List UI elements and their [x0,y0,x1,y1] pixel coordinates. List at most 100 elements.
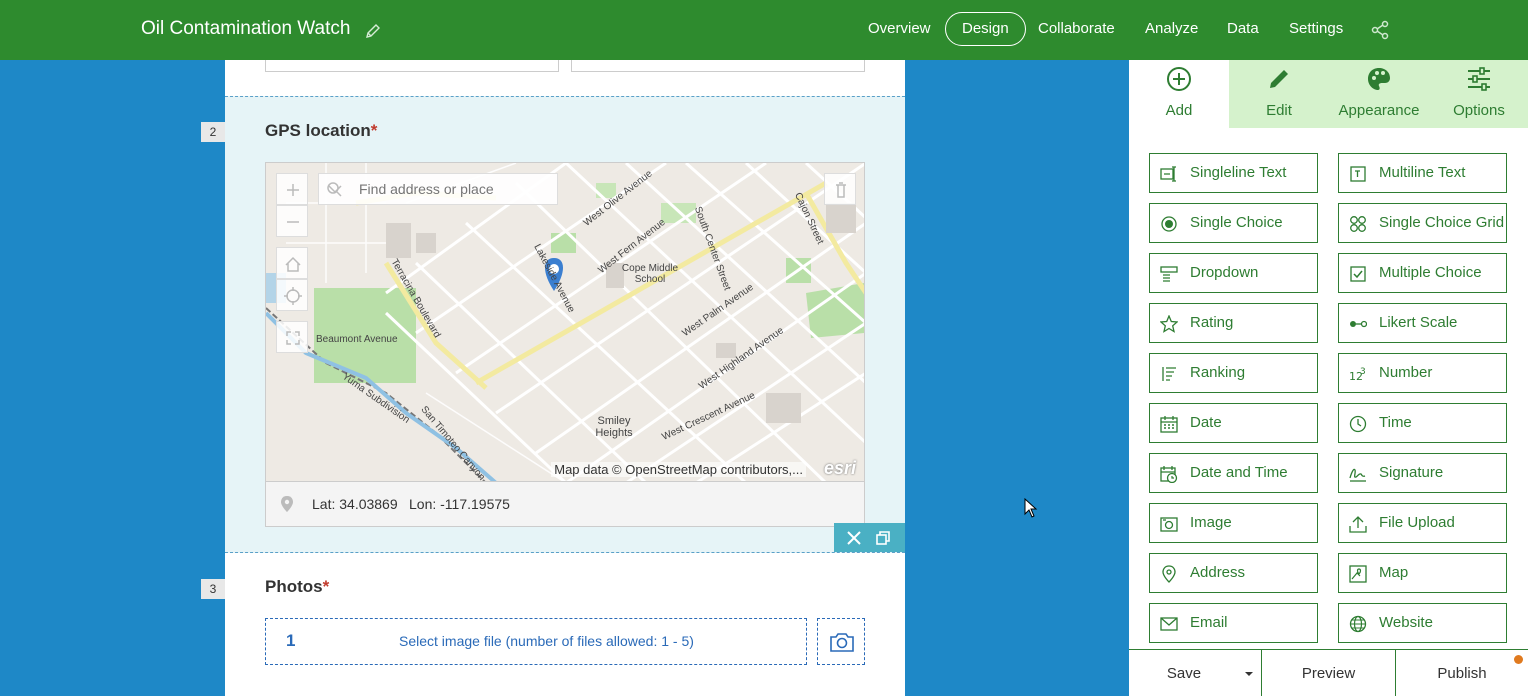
crosshair-icon [284,287,302,305]
previous-field-box [571,60,865,72]
publish-button[interactable]: Publish [1396,650,1528,696]
envelope-icon [1160,617,1178,631]
add-date-button[interactable]: Date [1149,403,1318,443]
add-ranking-button[interactable]: Ranking [1149,353,1318,393]
nav-data[interactable]: Data [1211,12,1275,46]
locate-button[interactable] [276,279,308,311]
clear-location-button[interactable] [824,173,856,205]
question-type-label: Email [1190,614,1228,631]
caret-down-icon[interactable] [1244,670,1254,678]
add-date-and-time-button[interactable]: Date and Time [1149,453,1318,493]
nav-overview[interactable]: Overview [852,12,947,46]
pin-icon [1162,565,1176,583]
add-time-button[interactable]: Time [1338,403,1507,443]
question-title[interactable]: Photos* [265,577,329,597]
add-rating-button[interactable]: Rating [1149,303,1318,343]
camera-icon [830,633,854,652]
tab-options[interactable]: Options [1429,60,1528,128]
add-likert-scale-button[interactable]: Likert Scale [1338,303,1507,343]
tab-add[interactable]: Add [1129,60,1229,128]
zoom-in-button[interactable] [276,173,308,205]
share-icon[interactable] [1370,20,1390,40]
checkbox-icon [1350,266,1366,282]
question-actions [834,523,905,552]
question-type-label: Map [1379,564,1409,581]
svg-text:3: 3 [1360,367,1366,377]
add-website-button[interactable]: Website [1338,603,1507,643]
search-icon[interactable] [319,174,351,204]
tab-label: Edit [1266,102,1292,119]
gps-map[interactable]: West Olive Avenue West Fern Avenue South… [265,162,865,482]
calendar-clock-icon [1160,466,1178,483]
ranking-icon [1162,367,1176,381]
question-type-label: Signature [1379,464,1444,481]
camera-button[interactable] [817,618,865,665]
fullscreen-icon [286,331,300,345]
question-type-label: Number [1379,364,1433,381]
nav-collaborate[interactable]: Collaborate [1022,12,1131,46]
pencil-icon [1270,70,1288,88]
clock-icon [1349,415,1367,433]
question-type-label: Dropdown [1190,264,1259,281]
add-map-button[interactable]: Map [1338,553,1507,593]
add-file-upload-button[interactable]: File Upload [1338,503,1507,543]
esri-logo: esri [823,458,856,478]
star-icon [1160,315,1178,333]
question-panel: Add Edit Appearance Options Singleline T… [1129,60,1528,696]
home-icon [285,256,301,272]
duplicate-icon[interactable] [875,530,891,546]
grid-icon [1350,216,1366,232]
palette-icon [1368,68,1390,90]
coordinates-bar: Lat: 34.03869 Lon: -117.19575 [265,482,865,527]
tab-label: Appearance [1338,102,1420,119]
save-button[interactable]: Save [1129,650,1239,696]
tab-label: Add [1165,102,1193,119]
add-image-button[interactable]: Image [1149,503,1318,543]
add-dropdown-button[interactable]: Dropdown [1149,253,1318,293]
required-marker: * [322,577,330,596]
question-number: 3 [201,579,225,599]
signature-icon [1349,468,1366,482]
previous-field-box [265,60,559,72]
zoom-out-button[interactable] [276,205,308,237]
add-number-button[interactable]: 12 3 Number [1338,353,1507,393]
question-type-label: Single Choice [1190,214,1283,231]
required-marker: * [370,121,378,140]
question-title[interactable]: GPS location* [265,121,377,141]
upload-icon [1349,516,1367,533]
location-pin-icon [281,496,293,512]
edit-title-icon[interactable] [364,22,382,40]
calendar-icon [1160,416,1178,433]
image-icon [1160,517,1178,532]
question-type-label: Single Choice Grid [1379,214,1505,231]
nav-analyze[interactable]: Analyze [1129,12,1214,46]
add-multiple-choice-button[interactable]: Multiple Choice [1338,253,1507,293]
home-button[interactable] [276,247,308,279]
preview-button[interactable]: Preview [1262,650,1395,696]
tab-edit[interactable]: Edit [1229,60,1329,128]
fullscreen-button[interactable] [276,321,308,353]
add-email-button[interactable]: Email [1149,603,1318,643]
add-address-button[interactable]: Address [1149,553,1318,593]
question-type-label: Multiple Choice [1379,264,1482,281]
top-bar: Oil Contamination Watch Overview Design … [0,0,1528,60]
map-search [318,173,558,205]
nav-design[interactable]: Design [945,12,1026,46]
add-single-choice-grid-button[interactable]: Single Choice Grid [1338,203,1507,243]
longitude-value: Lon: -117.19575 [409,496,510,512]
tab-label: Options [1453,102,1505,119]
add-single-choice-button[interactable]: Single Choice [1149,203,1318,243]
map-place-label: Cope Middle School [621,263,679,285]
map-search-input[interactable] [351,174,527,204]
question-type-label: Multiline Text [1379,164,1466,181]
add-multiline-text-button[interactable]: Multiline Text [1338,153,1507,193]
map-street-label: Beaumont Avenue [316,334,398,345]
minus-icon [287,221,299,223]
nav-settings[interactable]: Settings [1273,12,1359,46]
tab-appearance[interactable]: Appearance [1329,60,1429,128]
close-icon[interactable] [846,530,862,546]
photo-file-picker[interactable]: 1 Select image file (number of files all… [265,618,807,665]
add-singleline-text-button[interactable]: Singleline Text [1149,153,1318,193]
add-signature-button[interactable]: Signature [1338,453,1507,493]
question-type-label: Website [1379,614,1433,631]
